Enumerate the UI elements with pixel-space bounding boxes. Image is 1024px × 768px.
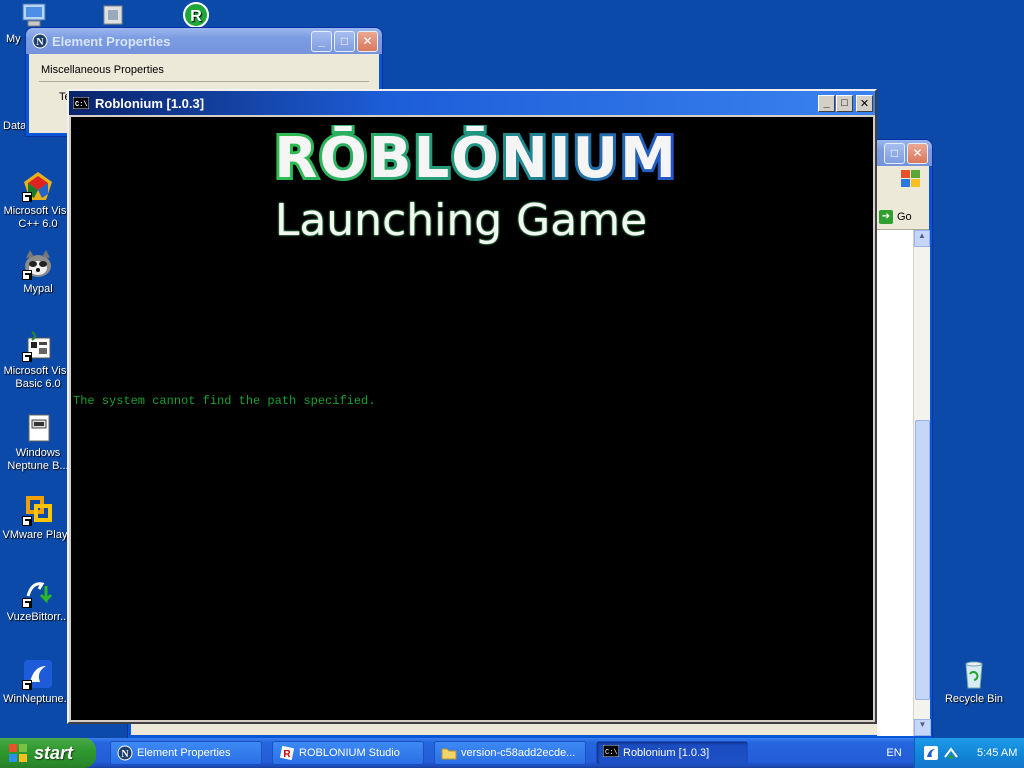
- desktop-icon-label: Mypal: [23, 283, 53, 295]
- svg-text:N: N: [36, 37, 44, 48]
- svg-text:R: R: [283, 749, 291, 760]
- start-label: start: [34, 742, 74, 763]
- windows-flag-icon: [8, 743, 28, 763]
- window-title: Roblonium [1.0.3]: [95, 95, 205, 111]
- go-label: Go: [897, 211, 912, 223]
- maximize-button[interactable]: □: [836, 94, 853, 112]
- desktop-icon-visual-cpp[interactable]: Microsoft Visu C++ 6.0: [0, 170, 76, 231]
- svg-text:C:\: C:\: [75, 101, 88, 109]
- folder-icon: [441, 745, 457, 761]
- desktop-icon-windows-neptune[interactable]: Windows Neptune B...: [0, 412, 76, 473]
- console-icon: C:\: [602, 744, 620, 761]
- start-button[interactable]: start: [0, 738, 96, 768]
- desktop-icon-visual-basic[interactable]: Microsoft Visu Basic 6.0: [0, 330, 76, 391]
- scroll-down-button[interactable]: ▼: [914, 719, 931, 736]
- vertical-scrollbar[interactable]: ▲ ▼: [913, 230, 931, 736]
- roblonium-console-window[interactable]: C:\ Roblonium [1.0.3] _ □ ✕ RŌBLŌNIUM La…: [67, 89, 877, 724]
- section-divider: [39, 81, 369, 82]
- winneptune-tray-icon[interactable]: [923, 745, 939, 761]
- scroll-up-button[interactable]: ▲: [914, 230, 930, 247]
- taskbar-item-label: version-c58add2ecde...: [461, 747, 576, 759]
- netscape-icon: N: [32, 33, 48, 49]
- taskbar: start N Element Properties R ROBLONIUM S…: [0, 738, 1024, 768]
- desktop-icon-recycle-bin[interactable]: Recycle Bin: [936, 658, 1012, 706]
- desktop-icon-vuze[interactable]: VuzeBittorr...: [0, 576, 76, 624]
- recycle-bin-icon: [958, 658, 990, 690]
- roblonium-logo: RŌBLŌNIUM: [271, 125, 679, 191]
- desktop-icon-label: Microsoft Visu Basic 6.0: [3, 365, 73, 390]
- svg-text:R: R: [190, 8, 202, 25]
- netscape-icon: N: [117, 745, 133, 761]
- shortcut-arrow-icon: [22, 352, 32, 362]
- desktop-icon-label: Recycle Bin: [944, 693, 1004, 705]
- taskbar-item-label: Roblonium [1.0.3]: [623, 747, 710, 759]
- desktop-icon-label: Windows Neptune B...: [7, 447, 69, 472]
- element-properties-titlebar[interactable]: N Element Properties _ □ ✕: [26, 28, 382, 54]
- vuze-icon: [22, 576, 54, 608]
- taskbar-item-element-properties[interactable]: N Element Properties: [110, 741, 262, 765]
- minimize-button[interactable]: _: [311, 30, 332, 52]
- visual-cpp-icon: [22, 170, 54, 202]
- section-label: Miscellaneous Properties: [41, 64, 164, 76]
- desktop-icon-data[interactable]: Data: [0, 120, 28, 133]
- desktop-icon-label: VuzeBittorr...: [6, 611, 70, 623]
- desktop-icon-mypal[interactable]: Mypal: [0, 248, 76, 296]
- desktop-icon-label: WinNeptune...: [3, 693, 73, 705]
- clock[interactable]: 5:45 AM: [977, 747, 1017, 759]
- console-titlebar[interactable]: C:\ Roblonium [1.0.3] _ □ ✕: [69, 91, 875, 115]
- desktop-icon-label: Data: [3, 120, 27, 132]
- my-computer-icon: [20, 2, 46, 30]
- close-button[interactable]: ✕: [856, 94, 873, 112]
- maximize-button[interactable]: □: [884, 142, 905, 164]
- roblox-icon: R: [279, 745, 295, 761]
- desktop-icon-label: VMware Playe: [2, 529, 74, 541]
- background-window-content: [877, 230, 913, 736]
- minimize-button[interactable]: _: [818, 94, 835, 112]
- maximize-button[interactable]: □: [334, 30, 355, 52]
- desktop-icon-top-2[interactable]: [98, 2, 130, 31]
- taskbar-item-label: ROBLONIUM Studio: [299, 747, 400, 759]
- go-button[interactable]: ➔ Go: [879, 210, 912, 224]
- network-tray-icon[interactable]: [943, 745, 959, 761]
- system-tray: 5:45 AM: [914, 738, 1024, 768]
- shortcut-arrow-icon: [22, 270, 32, 280]
- windows-flag-icon: [901, 170, 921, 191]
- mypal-icon: [22, 248, 54, 280]
- shortcut-arrow-icon: [22, 516, 32, 526]
- windows-neptune-icon: [22, 412, 54, 444]
- shortcut-arrow-icon: [22, 192, 32, 202]
- logo-text: RŌBLŌNIUM: [274, 126, 678, 191]
- close-button[interactable]: ✕: [907, 142, 928, 164]
- svg-text:N: N: [121, 749, 129, 760]
- window-title: Element Properties: [52, 33, 171, 49]
- taskbar-item-label: Element Properties: [137, 747, 231, 759]
- background-window-toolbar: ➔ Go: [877, 168, 929, 230]
- taskbar-item-roblonium-studio[interactable]: R ROBLONIUM Studio: [272, 741, 424, 765]
- svg-text:C:\: C:\: [605, 749, 618, 757]
- system-icon: [100, 2, 128, 28]
- taskbar-item-roblonium-console[interactable]: C:\ Roblonium [1.0.3]: [596, 741, 748, 765]
- taskbar-item-version-folder[interactable]: version-c58add2ecde...: [434, 741, 586, 765]
- console-icon: C:\: [72, 96, 90, 110]
- roblox-green-icon: R: [180, 2, 212, 28]
- console-error-line: The system cannot find the path specifie…: [73, 394, 376, 408]
- desktop-icon-label: Microsoft Visu C++ 6.0: [3, 205, 73, 230]
- desktop-icon-vmware[interactable]: VMware Playe: [0, 494, 76, 542]
- winneptune-icon: [22, 658, 54, 690]
- launching-heading: Launching Game: [274, 195, 648, 246]
- close-button[interactable]: ✕: [357, 30, 378, 52]
- go-arrow-icon: ➔: [879, 210, 893, 224]
- vmware-icon: [22, 494, 54, 526]
- shortcut-arrow-icon: [22, 598, 32, 608]
- language-indicator[interactable]: EN: [880, 738, 908, 768]
- desktop-icon-winneptune[interactable]: WinNeptune...: [0, 658, 76, 706]
- scroll-thumb[interactable]: [915, 420, 930, 700]
- visual-basic-icon: [22, 330, 54, 362]
- console-output-area[interactable]: RŌBLŌNIUM Launching Game The system cann…: [71, 117, 873, 720]
- desktop-icon-top-3[interactable]: R: [176, 2, 216, 31]
- shortcut-arrow-icon: [22, 680, 32, 690]
